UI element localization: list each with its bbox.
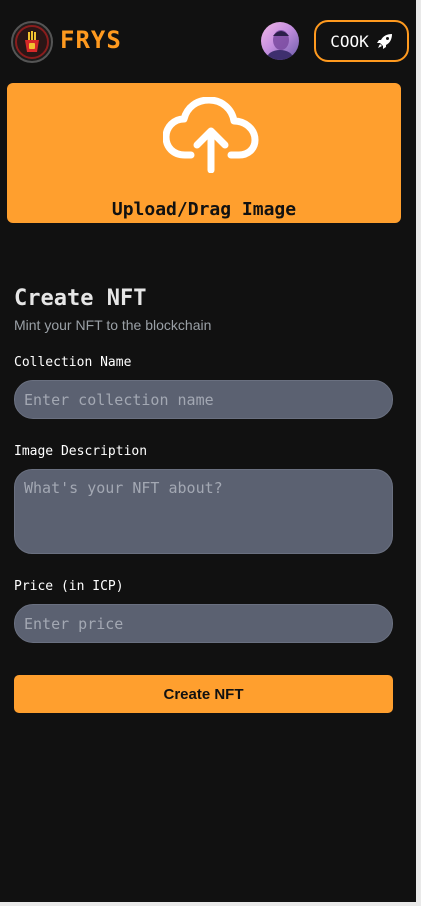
- logo-graphic: [15, 25, 49, 59]
- image-description-textarea[interactable]: [14, 469, 393, 554]
- collection-name-input[interactable]: [14, 380, 393, 419]
- cook-label: COOK: [330, 31, 369, 51]
- avatar[interactable]: [261, 22, 299, 60]
- app-container: FRYS COOK Upload/Drag Image Create NFT M: [0, 0, 416, 902]
- image-description-label: Image Description: [14, 444, 148, 459]
- cook-button[interactable]: COOK: [314, 20, 409, 62]
- scrollbar[interactable]: [416, 0, 421, 906]
- price-input[interactable]: [14, 604, 393, 643]
- cloud-upload-icon: [163, 97, 259, 173]
- rocket-icon: [376, 34, 392, 49]
- form-title: Create NFT: [14, 286, 147, 311]
- upload-label: Upload/Drag Image: [111, 199, 297, 220]
- upload-dropzone[interactable]: Upload/Drag Image: [7, 83, 401, 223]
- collection-name-label: Collection Name: [14, 355, 132, 370]
- frys-logo[interactable]: [11, 21, 53, 63]
- create-nft-button[interactable]: Create NFT: [14, 675, 393, 713]
- header: FRYS COOK: [0, 0, 416, 82]
- form-subtitle: Mint your NFT to the blockchain: [14, 317, 212, 333]
- price-label: Price (in ICP): [14, 579, 124, 594]
- brand-name[interactable]: FRYS: [60, 26, 122, 54]
- avatar-graphic: [267, 30, 293, 60]
- bottom-edge: [0, 902, 421, 906]
